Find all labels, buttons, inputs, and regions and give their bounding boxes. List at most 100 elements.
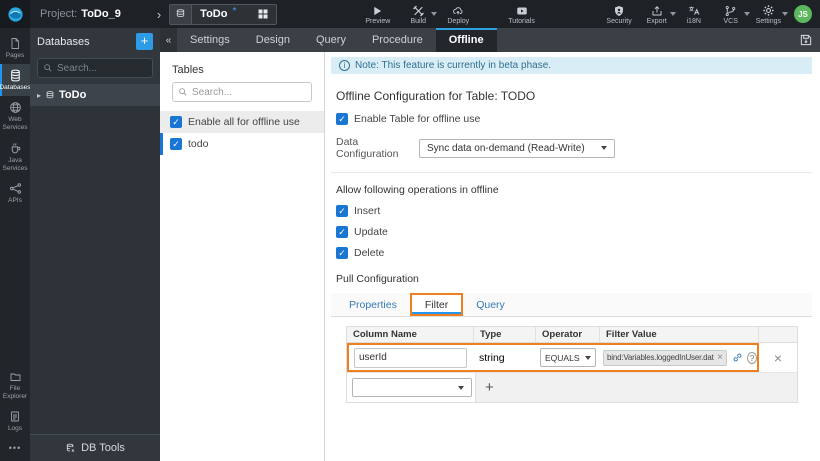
- enable-all-label: Enable all for offline use: [188, 116, 300, 128]
- subtab-query[interactable]: Query: [463, 293, 518, 316]
- add-database-button[interactable]: +: [136, 33, 153, 50]
- column-name-input[interactable]: [354, 347, 467, 368]
- sidebar-item-databases[interactable]: Databases: [0, 64, 31, 97]
- document-icon: [9, 410, 21, 423]
- delete-row-button[interactable]: ×: [759, 343, 797, 372]
- filter-table-header: Column Name Type Operator Filter Value: [347, 327, 797, 343]
- expand-arrow-icon[interactable]: ▸: [37, 91, 41, 100]
- sidebar-item-web-services[interactable]: Web Services: [0, 96, 30, 136]
- wavemaker-studio: Project: ToDo_9 › ToDo * Preview Build D…: [0, 0, 820, 461]
- sidebar-item-apis[interactable]: APIs: [0, 177, 30, 209]
- beta-note-banner: i Note: This feature is currently in bet…: [331, 57, 812, 74]
- filter-table-add-row: +: [347, 373, 797, 402]
- tutorials-button[interactable]: Tutorials: [508, 4, 535, 25]
- tab-query[interactable]: Query: [303, 28, 359, 52]
- modified-marker: *: [232, 5, 237, 17]
- databases-search-input[interactable]: [57, 62, 147, 74]
- caret-down-icon: [782, 11, 788, 16]
- shield-icon: [613, 4, 625, 17]
- check-icon: ✓: [172, 139, 180, 149]
- help-icon[interactable]: ?: [747, 351, 758, 364]
- subtab-properties[interactable]: Properties: [336, 293, 410, 316]
- coffee-cup-icon: [9, 142, 22, 155]
- enable-table-checkbox[interactable]: ✓: [336, 113, 348, 125]
- operations-title: Allow following operations in offline: [336, 184, 499, 196]
- security-button[interactable]: Security: [606, 4, 632, 25]
- insert-checkbox[interactable]: ✓: [336, 205, 348, 217]
- build-tools-icon: [412, 4, 425, 17]
- project-name: ToDo_9: [81, 8, 121, 20]
- update-checkbox[interactable]: ✓: [336, 226, 348, 238]
- header-operator: Operator: [536, 327, 600, 342]
- sidebar-item-file-explorer[interactable]: File Explorer: [0, 366, 30, 405]
- operator-value: EQUALS: [545, 352, 580, 363]
- delete-checkbox[interactable]: ✓: [336, 247, 348, 259]
- tab-offline[interactable]: Offline: [435, 28, 497, 52]
- export-button[interactable]: Export: [645, 4, 676, 25]
- tables-search-input[interactable]: [192, 86, 306, 98]
- data-configuration-select[interactable]: Sync data on-demand (Read-Write): [419, 138, 615, 158]
- tab-procedure[interactable]: Procedure: [359, 28, 436, 52]
- sidebar-item-logs[interactable]: Logs: [0, 405, 30, 437]
- operation-delete-row: ✓ Delete: [336, 247, 812, 259]
- wavemaker-logo-icon[interactable]: [0, 0, 30, 28]
- new-column-select[interactable]: [352, 378, 472, 397]
- collapse-panel-button[interactable]: «: [160, 28, 177, 52]
- operator-select[interactable]: EQUALS: [540, 348, 596, 367]
- preview-button[interactable]: Preview: [365, 4, 390, 25]
- i18n-button[interactable]: i18N: [682, 4, 706, 25]
- delete-label: Delete: [354, 247, 385, 259]
- sidebar-item-java-services[interactable]: Java Services: [0, 137, 30, 177]
- dashboard-grid-icon[interactable]: [250, 8, 276, 20]
- sidebar-more-button[interactable]: •••: [0, 437, 30, 461]
- insert-label: Insert: [354, 205, 381, 217]
- tables-search[interactable]: [172, 82, 312, 102]
- deploy-button[interactable]: Deploy: [446, 4, 470, 25]
- databases-search[interactable]: [37, 58, 153, 78]
- vcs-button[interactable]: VCS: [719, 4, 750, 25]
- beta-note-text: Note: This feature is currently in beta …: [355, 60, 552, 71]
- todo-table-checkbox[interactable]: ✓: [170, 138, 182, 150]
- enable-all-offline-row[interactable]: ✓ Enable all for offline use: [160, 111, 324, 133]
- video-icon: [515, 4, 529, 17]
- bind-link-icon[interactable]: [732, 352, 743, 363]
- page-title: Offline Configuration for Table: TODO: [336, 89, 536, 103]
- search-icon: [178, 87, 188, 97]
- tab-settings[interactable]: Settings: [177, 28, 243, 52]
- data-configuration-label: Data Configuration: [336, 136, 399, 160]
- export-icon: [651, 4, 663, 17]
- chevron-right-icon: ›: [156, 6, 162, 22]
- check-icon: ✓: [172, 117, 180, 127]
- folder-icon: [9, 371, 22, 383]
- caret-down-icon: [458, 385, 464, 390]
- add-filter-button[interactable]: +: [485, 380, 494, 395]
- todo-table-label: todo: [188, 138, 209, 150]
- sidebar-item-pages[interactable]: Pages: [0, 32, 30, 64]
- database-tree-item-todo[interactable]: ▸ ToDo: [30, 84, 160, 106]
- open-resource-tab[interactable]: ToDo *: [169, 3, 278, 25]
- subtab-filter[interactable]: Filter: [411, 295, 462, 314]
- table-row-todo[interactable]: ✓ todo: [160, 133, 324, 155]
- operation-update-row: ✓ Update: [336, 226, 812, 238]
- filter-table-row: string EQUALS bind:Variables.lo: [347, 343, 797, 373]
- db-tools-button[interactable]: DB Tools: [30, 434, 160, 461]
- user-avatar[interactable]: JS: [794, 5, 812, 23]
- globe-icon: [9, 101, 22, 114]
- enable-all-checkbox[interactable]: ✓: [170, 116, 182, 128]
- clear-binding-icon[interactable]: ×: [717, 352, 723, 363]
- build-button[interactable]: Build: [406, 4, 438, 25]
- operation-insert-row: ✓ Insert: [336, 205, 812, 217]
- databases-panel-title: Databases: [37, 35, 90, 48]
- filter-table: Column Name Type Operator Filter Value u…: [346, 326, 798, 403]
- check-icon: ✓: [338, 227, 346, 237]
- filter-value-chip[interactable]: bind:Variables.loggedInUser.data ×: [603, 349, 728, 366]
- info-icon: i: [339, 60, 350, 71]
- enable-table-label: Enable Table for offline use: [354, 113, 481, 125]
- update-label: Update: [354, 226, 388, 238]
- tab-design[interactable]: Design: [243, 28, 303, 52]
- topbar: Project: ToDo_9 › ToDo * Preview Build D…: [0, 0, 820, 28]
- save-export-button[interactable]: [799, 28, 813, 52]
- settings-button[interactable]: Settings: [756, 4, 788, 25]
- search-icon: [43, 63, 53, 73]
- header-actions: [759, 327, 797, 342]
